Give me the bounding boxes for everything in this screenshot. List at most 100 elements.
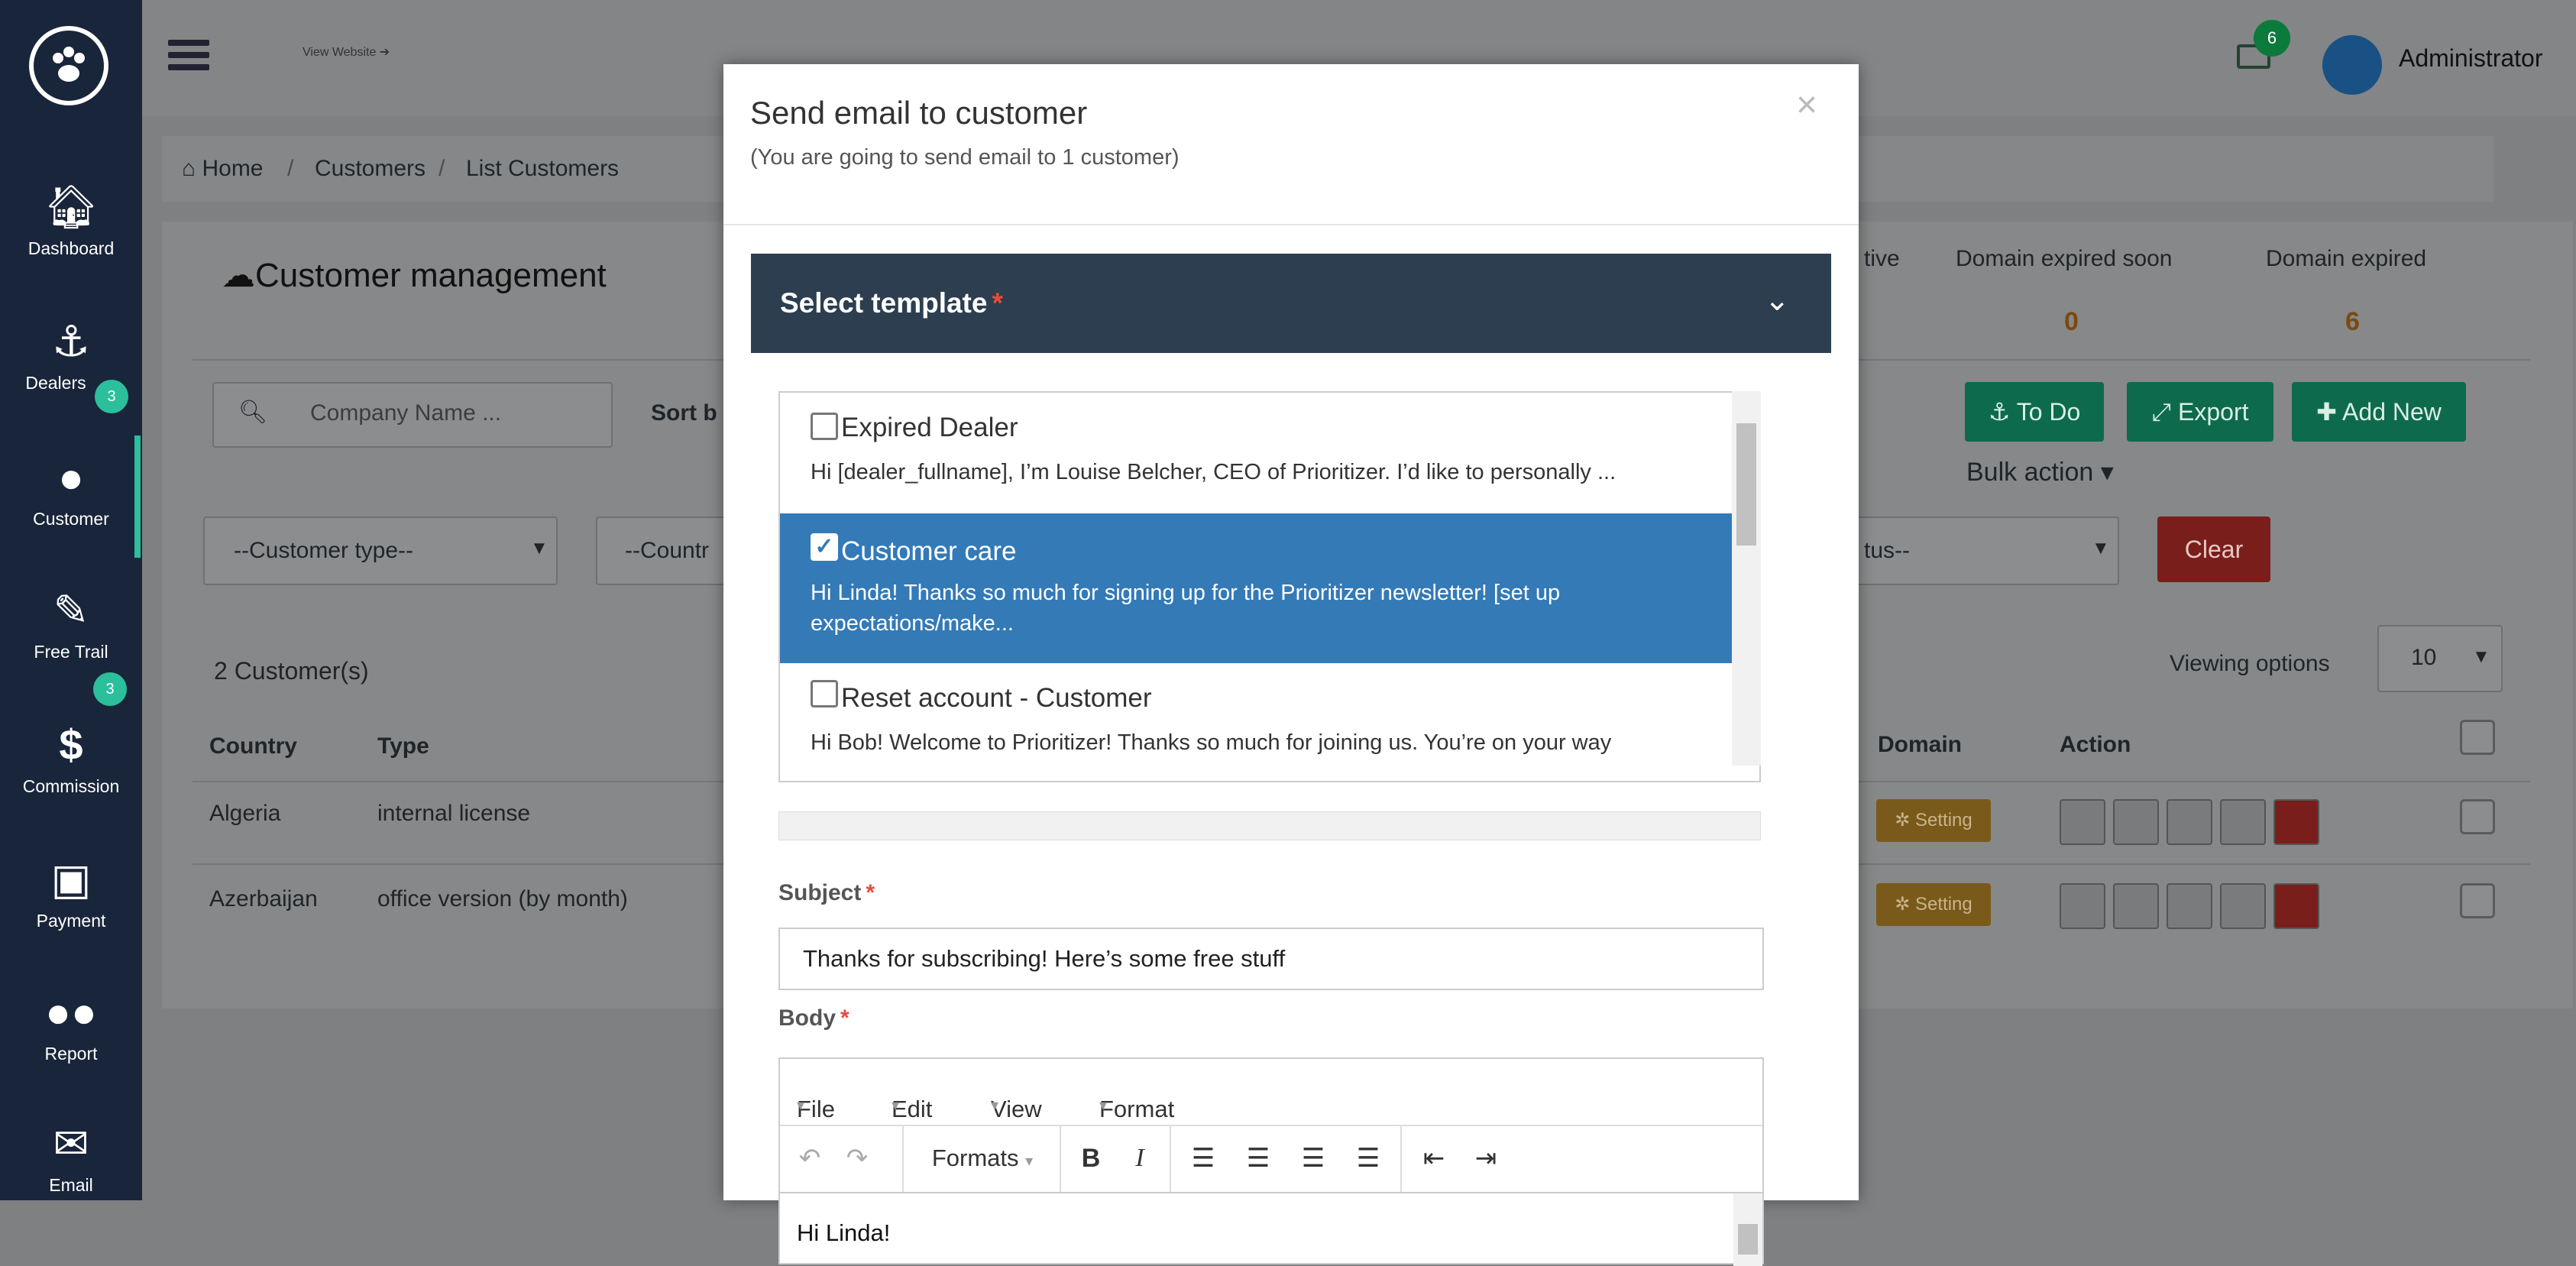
toolbar-separator xyxy=(902,1126,904,1192)
breadcrumb-list: List Customers xyxy=(466,156,620,181)
sidebar-item-label: Payment xyxy=(36,911,106,931)
template-item-selected[interactable]: ✓ Customer care Hi Linda! Thanks so much… xyxy=(780,513,1759,663)
body-label-text: Body xyxy=(778,1005,836,1031)
template-desc: Hi Linda! Thanks so much for signing up … xyxy=(811,581,1561,636)
template-item[interactable]: Reset account - Customer Hi Bob! Welcome… xyxy=(780,663,1759,781)
export-button[interactable]: ⤢ Export xyxy=(2127,382,2273,442)
template-checkbox[interactable] xyxy=(811,680,838,707)
align-left-icon[interactable]: ☰ xyxy=(1182,1137,1225,1180)
modal-subtitle: (You are going to send email to 1 custom… xyxy=(750,145,1180,170)
sidebar-item-report[interactable]: ●● Report xyxy=(0,986,142,1064)
page-size-value: 10 xyxy=(2411,645,2437,670)
body-editor: File ▾ Edit ▾ View ▾ Format ▾ ↶ ↷ Format… xyxy=(778,1057,1764,1266)
customer-type-value: --Customer type-- xyxy=(234,538,414,563)
align-justify-icon[interactable]: ☰ xyxy=(1347,1137,1390,1180)
template-section-header[interactable]: Select template * ⌄ xyxy=(751,254,1831,353)
edit-icon[interactable] xyxy=(2167,883,2212,929)
clear-button[interactable]: Clear xyxy=(2157,516,2270,582)
cell-country: Azerbaijan xyxy=(209,886,318,911)
template-list: Expired Dealer Hi [dealer_fullname], I’m… xyxy=(778,391,1761,782)
breadcrumb-sep: / xyxy=(287,156,294,181)
template-desc: Hi [dealer_fullname], I’m Louise Belcher… xyxy=(811,460,1616,484)
sidebar-item-commission[interactable]: $ Commission xyxy=(0,718,142,797)
add-new-button[interactable]: ✚ Add New xyxy=(2292,382,2466,442)
outdent-icon[interactable]: ⇤ xyxy=(1413,1137,1455,1180)
delete-icon[interactable] xyxy=(2273,799,2319,845)
close-icon[interactable]: × xyxy=(1796,84,1817,126)
breadcrumb-home-label: Home xyxy=(202,156,264,181)
bold-icon[interactable]: B xyxy=(1072,1137,1110,1180)
envelope-icon: ✉︎ xyxy=(53,1119,89,1167)
sidebar-item-free-trail[interactable]: ✎ Free Trail xyxy=(0,584,142,662)
select-all-checkbox[interactable] xyxy=(2460,720,2495,755)
menu-toggle-icon[interactable] xyxy=(168,40,209,70)
sidebar-item-customer[interactable]: ● Customer xyxy=(0,451,142,529)
setting-button[interactable]: ✲ Setting xyxy=(1876,799,1991,842)
template-scroll-thumb[interactable] xyxy=(1736,423,1756,546)
redo-icon[interactable]: ↷ xyxy=(838,1137,876,1180)
subject-input[interactable]: Thanks for subscribing! Here’s some free… xyxy=(778,928,1764,990)
breadcrumb-home[interactable]: ⌂ Home xyxy=(182,156,264,182)
breadcrumb-customers[interactable]: Customers xyxy=(315,156,426,182)
sidebar-item-dashboard[interactable]: 🏠︎ Dashboard xyxy=(0,180,142,259)
indent-icon[interactable]: ⇥ xyxy=(1464,1137,1507,1180)
template-hscrollbar[interactable] xyxy=(778,811,1761,840)
app-root: 🏠︎ Dashboard ⚓︎ Dealers 3 ● Customer ✎ F… xyxy=(0,0,2576,1266)
user-icon[interactable] xyxy=(2220,883,2266,929)
template-item[interactable]: Expired Dealer Hi [dealer_fullname], I’m… xyxy=(780,393,1759,513)
template-name: Customer care xyxy=(841,536,1017,566)
users-icon: ●● xyxy=(45,988,97,1036)
italic-icon[interactable]: I xyxy=(1121,1137,1159,1180)
todo-button[interactable]: ⚓︎ To Do xyxy=(1965,382,2104,442)
formats-label: Formats xyxy=(931,1145,1019,1171)
anchor-icon: ⚓︎ xyxy=(1988,398,2017,426)
user-name[interactable]: Administrator xyxy=(2399,44,2543,73)
stat-label: Domain expired xyxy=(2266,246,2427,271)
email-icon[interactable] xyxy=(2113,799,2159,845)
delete-icon[interactable] xyxy=(2273,883,2319,929)
sidebar-item-label: Report xyxy=(44,1044,98,1064)
formats-dropdown[interactable]: Formats ▾ xyxy=(917,1137,1047,1180)
setting-button[interactable]: ✲ Setting xyxy=(1876,883,1991,926)
add-new-label: Add New xyxy=(2342,398,2442,426)
view-icon[interactable] xyxy=(2060,799,2105,845)
chevron-down-icon[interactable]: ⌄ xyxy=(1764,283,1790,318)
view-website-link[interactable]: View Website ➔ xyxy=(303,44,390,60)
paw-logo-icon[interactable] xyxy=(29,26,108,105)
sidebar-item-payment[interactable]: ▣ Payment xyxy=(0,853,142,931)
template-checkbox-checked[interactable]: ✓ xyxy=(811,533,838,561)
setting-label: Setting xyxy=(1915,894,1972,915)
editor-body-text[interactable]: Hi Linda! xyxy=(797,1219,890,1247)
edit-icon[interactable] xyxy=(2167,799,2212,845)
toolbar-separator xyxy=(1170,1126,1171,1192)
caret-down-icon: ▾ xyxy=(2100,458,2114,487)
user-icon[interactable] xyxy=(2220,799,2266,845)
view-icon[interactable] xyxy=(2060,883,2105,929)
template-checkbox[interactable] xyxy=(811,413,838,440)
email-icon[interactable] xyxy=(2113,883,2159,929)
row-checkbox[interactable] xyxy=(2460,883,2495,918)
col-domain: Domain xyxy=(1878,732,1963,757)
sidebar-item-label: Commission xyxy=(22,776,120,796)
align-right-icon[interactable]: ☰ xyxy=(1292,1137,1335,1180)
bulk-action-dropdown[interactable]: Bulk action ▾ xyxy=(1966,457,2114,487)
gear-icon: ✲ xyxy=(1895,894,1916,915)
sidebar-item-email[interactable]: ✉︎ Email xyxy=(0,1117,142,1196)
row-checkbox[interactable] xyxy=(2460,799,2495,834)
caret-down-icon: ▾ xyxy=(1099,1097,1108,1114)
undo-icon[interactable]: ↶ xyxy=(791,1137,829,1180)
home-icon: ⌂ xyxy=(182,156,202,181)
modal-title: Send email to customer xyxy=(750,95,1088,131)
editor-scroll-thumb[interactable] xyxy=(1738,1224,1758,1255)
col-type: Type xyxy=(377,733,429,759)
sidebar-item-label: Free Trail xyxy=(34,642,108,662)
plus-icon: ✚ xyxy=(2316,398,2343,426)
template-name: Reset account - Customer xyxy=(841,683,1152,713)
required-mark: * xyxy=(840,1005,849,1031)
anchor-icon: ⚓︎ xyxy=(51,317,91,365)
sidebar-item-dealers[interactable]: ⚓︎ Dealers xyxy=(0,315,142,393)
template-label-text: Select template xyxy=(780,287,988,319)
align-center-icon[interactable]: ☰ xyxy=(1237,1137,1280,1180)
search-icon: 🔍︎ xyxy=(238,400,268,425)
avatar[interactable] xyxy=(2322,35,2382,95)
